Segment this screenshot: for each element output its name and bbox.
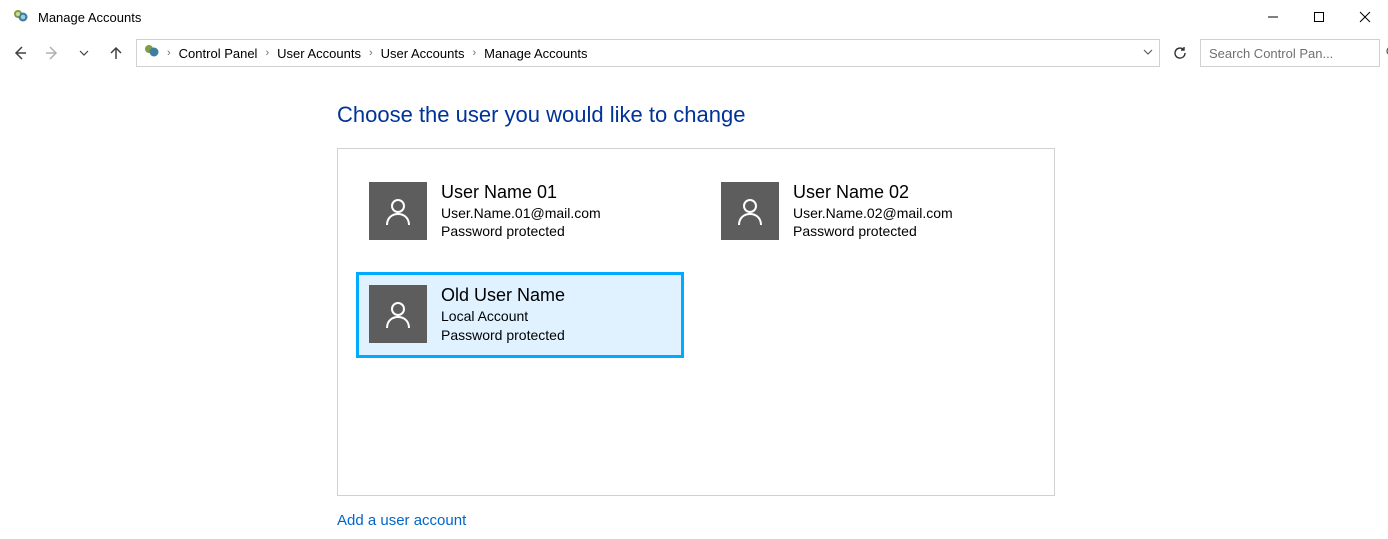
account-text: Old User Name Local Account Password pro… xyxy=(441,285,565,344)
back-button[interactable] xyxy=(8,41,32,65)
account-email: User.Name.01@mail.com xyxy=(441,204,601,223)
accounts-panel: User Name 01 User.Name.01@mail.com Passw… xyxy=(337,148,1055,496)
address-bar[interactable]: › Control Panel › User Accounts › User A… xyxy=(136,39,1160,67)
chevron-right-icon[interactable]: › xyxy=(470,47,478,59)
account-status: Password protected xyxy=(441,326,565,345)
breadcrumb-item[interactable]: User Accounts xyxy=(275,46,363,61)
refresh-button[interactable] xyxy=(1168,41,1192,65)
account-card[interactable]: User Name 02 User.Name.02@mail.com Passw… xyxy=(708,169,1036,254)
up-button[interactable] xyxy=(104,41,128,65)
minimize-button[interactable] xyxy=(1250,0,1296,34)
user-avatar-icon xyxy=(369,285,427,343)
account-name: User Name 01 xyxy=(441,182,601,204)
chevron-right-icon[interactable]: › xyxy=(165,47,173,59)
account-email: User.Name.02@mail.com xyxy=(793,204,953,223)
account-status: Password protected xyxy=(441,222,601,241)
main-content: Choose the user you would like to change… xyxy=(0,72,1388,529)
account-name: Old User Name xyxy=(441,285,565,307)
title-bar: Manage Accounts xyxy=(0,0,1388,34)
user-avatar-icon xyxy=(369,182,427,240)
address-dropdown[interactable] xyxy=(1143,47,1153,60)
breadcrumb-item[interactable]: User Accounts xyxy=(379,46,467,61)
account-text: User Name 01 User.Name.01@mail.com Passw… xyxy=(441,182,601,241)
recent-dropdown[interactable] xyxy=(72,41,96,65)
add-user-link[interactable]: Add a user account xyxy=(337,512,466,529)
forward-button[interactable] xyxy=(40,41,64,65)
account-card[interactable]: Old User Name Local Account Password pro… xyxy=(356,272,684,357)
account-status: Password protected xyxy=(793,222,953,241)
account-card[interactable]: User Name 01 User.Name.01@mail.com Passw… xyxy=(356,169,684,254)
breadcrumb-item[interactable]: Manage Accounts xyxy=(482,46,589,61)
address-icon xyxy=(143,43,161,64)
account-type: Local Account xyxy=(441,307,565,326)
chevron-right-icon[interactable]: › xyxy=(263,47,271,59)
account-name: User Name 02 xyxy=(793,182,953,204)
account-text: User Name 02 User.Name.02@mail.com Passw… xyxy=(793,182,953,241)
nav-row: › Control Panel › User Accounts › User A… xyxy=(0,34,1388,72)
page-heading: Choose the user you would like to change xyxy=(337,102,1388,128)
search-box[interactable] xyxy=(1200,39,1380,67)
search-input[interactable] xyxy=(1209,46,1385,61)
chevron-right-icon[interactable]: › xyxy=(367,47,375,59)
breadcrumb-item[interactable]: Control Panel xyxy=(177,46,260,61)
app-icon xyxy=(12,8,30,26)
maximize-button[interactable] xyxy=(1296,0,1342,34)
user-avatar-icon xyxy=(721,182,779,240)
close-button[interactable] xyxy=(1342,0,1388,34)
window-title: Manage Accounts xyxy=(38,10,141,25)
